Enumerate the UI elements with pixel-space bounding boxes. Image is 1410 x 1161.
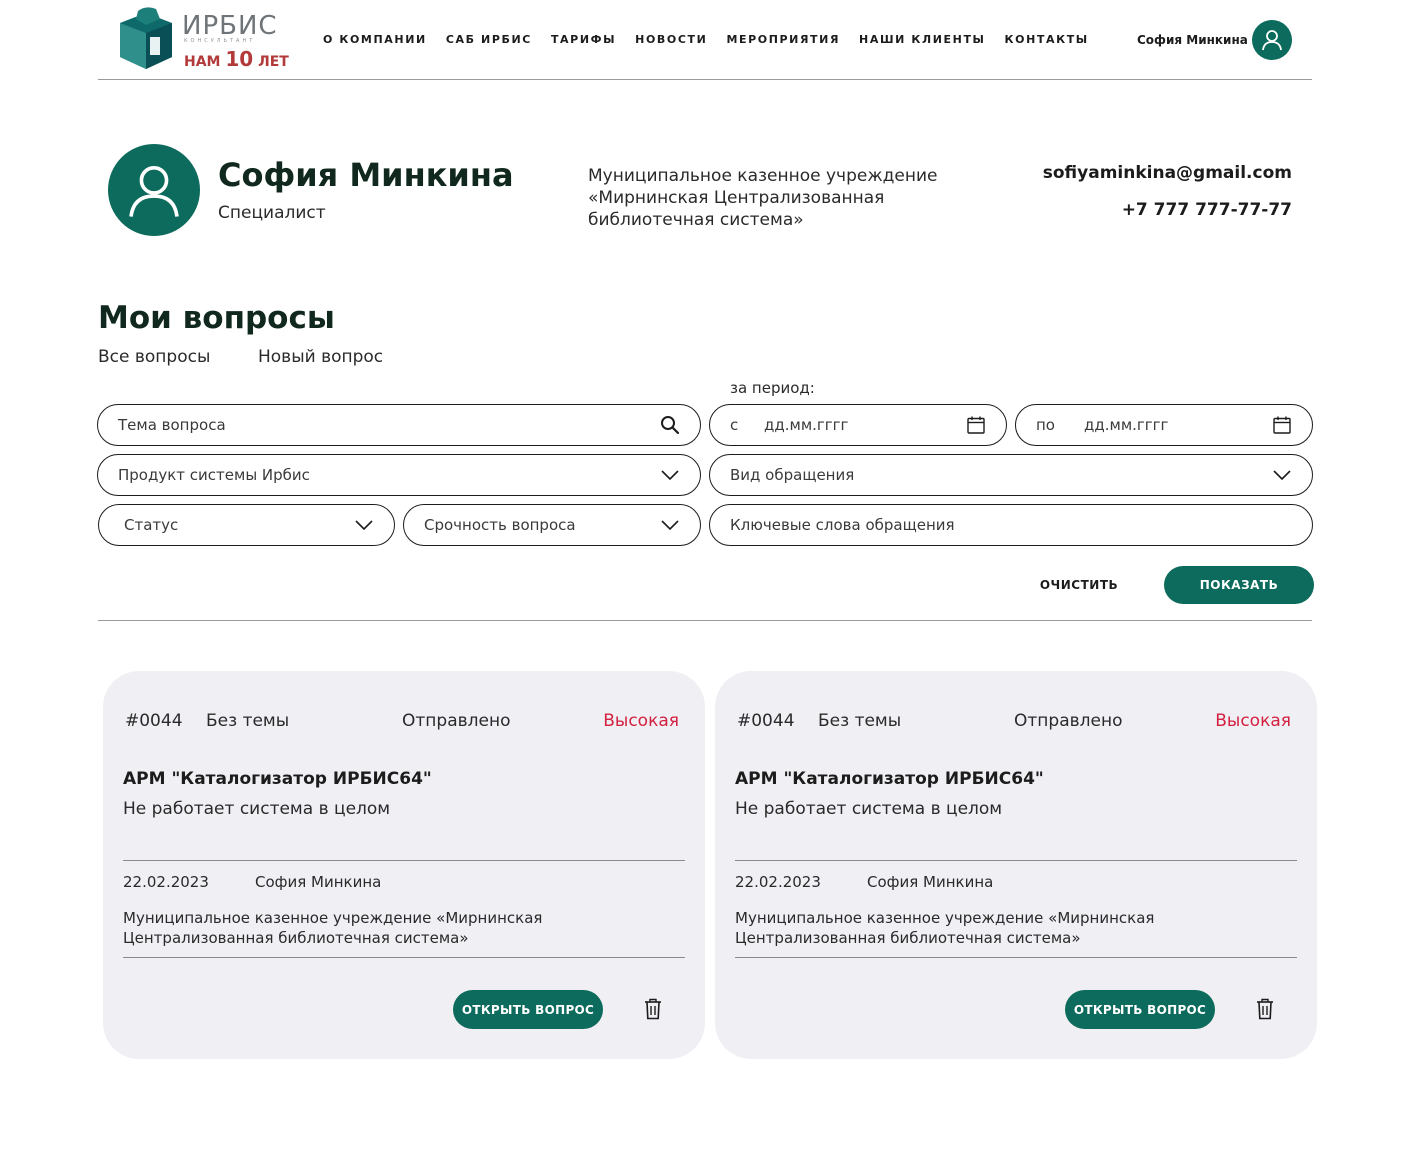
- chevron-down-icon: [1272, 469, 1292, 481]
- nav-item-events[interactable]: МЕРОПРИЯТИЯ: [726, 33, 840, 46]
- profile-avatar: [108, 144, 200, 236]
- question-description: Не работает система в целом: [735, 799, 1003, 819]
- open-question-button[interactable]: ОТКРЫТЬ ВОПРОС: [1065, 990, 1215, 1029]
- profile-email[interactable]: sofiyaminkina@gmail.com: [1043, 163, 1292, 183]
- request-type-placeholder: Вид обращения: [730, 466, 855, 484]
- product-select-placeholder: Продукт системы Ирбис: [118, 466, 310, 484]
- irbis-logo[interactable]: ИРБИС КОНСУЛЬТАНТ НАМ 10 ЛЕТ: [116, 5, 289, 73]
- question-number: #0044: [737, 711, 795, 731]
- status-select[interactable]: Статус: [98, 504, 395, 546]
- keywords-input[interactable]: Ключевые слова обращения: [709, 504, 1313, 546]
- question-priority: Высокая: [603, 711, 679, 731]
- topic-search-input[interactable]: Тема вопроса: [97, 404, 701, 446]
- status-select-placeholder: Статус: [124, 516, 179, 534]
- calendar-icon[interactable]: [966, 415, 986, 435]
- date-to-placeholder: дд.мм.гггг: [1084, 416, 1169, 434]
- question-status: Отправлено: [1014, 711, 1123, 731]
- logo-years-prefix: НАМ: [184, 54, 221, 70]
- tab-all-questions[interactable]: Все вопросы: [98, 347, 210, 367]
- topic-search-placeholder: Тема вопроса: [118, 416, 226, 434]
- period-label: за период:: [730, 379, 815, 397]
- site-header: ИРБИС КОНСУЛЬТАНТ НАМ 10 ЛЕТ О КОМПАНИИ …: [98, 0, 1312, 80]
- request-type-select[interactable]: Вид обращения: [709, 454, 1313, 496]
- chevron-down-icon: [354, 519, 374, 531]
- chevron-down-icon: [660, 519, 680, 531]
- main-nav: О КОМПАНИИ САБ ИРБИС ТАРИФЫ НОВОСТИ МЕРО…: [323, 33, 1108, 46]
- user-icon: [129, 165, 179, 217]
- nav-item-tariffs[interactable]: ТАРИФЫ: [551, 33, 616, 46]
- date-from-placeholder: дд.мм.гггг: [764, 416, 849, 434]
- section-title: Мои вопросы: [98, 300, 335, 336]
- question-description: Не работает система в целом: [123, 799, 391, 819]
- header-user-name[interactable]: София Минкина: [1137, 33, 1248, 47]
- nav-item-clients[interactable]: НАШИ КЛИЕНТЫ: [859, 33, 986, 46]
- question-card: #0044 Без темы Отправлено Высокая АРМ "К…: [715, 671, 1317, 1059]
- show-button[interactable]: ПОКАЗАТЬ: [1164, 566, 1314, 604]
- question-priority: Высокая: [1215, 711, 1291, 731]
- nav-item-news[interactable]: НОВОСТИ: [635, 33, 707, 46]
- logo-subtitle: КОНСУЛЬТАНТ: [184, 38, 256, 44]
- logo-name: ИРБИС: [182, 11, 278, 41]
- logo-years-number: 10: [225, 47, 254, 71]
- logo-years: НАМ 10 ЛЕТ: [184, 47, 289, 71]
- logo-book-icon: [120, 7, 172, 69]
- search-icon[interactable]: [660, 415, 680, 435]
- calendar-icon[interactable]: [1272, 415, 1292, 435]
- date-from-prefix: с: [730, 416, 739, 434]
- header-avatar[interactable]: [1252, 20, 1292, 60]
- question-product: АРМ "Каталогизатор ИРБИС64": [735, 769, 1044, 789]
- tab-new-question[interactable]: Новый вопрос: [258, 347, 383, 367]
- nav-item-contacts[interactable]: КОНТАКТЫ: [1005, 33, 1089, 46]
- keywords-placeholder: Ключевые слова обращения: [730, 516, 955, 534]
- profile-phone[interactable]: +7 777 777-77-77: [1122, 200, 1292, 220]
- question-card: #0044 Без темы Отправлено Высокая АРМ "К…: [103, 671, 705, 1059]
- card-divider: [123, 957, 685, 958]
- nav-item-about[interactable]: О КОМПАНИИ: [323, 33, 427, 46]
- question-author: София Минкина: [867, 873, 994, 891]
- question-organization: Муниципальное казенное учреждение «Мирни…: [123, 909, 543, 947]
- profile-name: София Минкина: [218, 156, 514, 194]
- card-divider: [735, 860, 1297, 861]
- date-from-field[interactable]: с дд.мм.гггг: [709, 404, 1007, 446]
- logo-years-suffix: ЛЕТ: [258, 54, 289, 70]
- user-icon: [1262, 30, 1282, 51]
- urgency-select-placeholder: Срочность вопроса: [424, 516, 576, 534]
- question-number: #0044: [125, 711, 183, 731]
- clear-button[interactable]: ОЧИСТИТЬ: [1030, 566, 1128, 604]
- urgency-select[interactable]: Срочность вопроса: [403, 504, 701, 546]
- trash-icon[interactable]: [643, 997, 663, 1021]
- profile-organization: Муниципальное казенное учреждение «Мирни…: [588, 166, 938, 230]
- profile-role: Специалист: [218, 203, 326, 223]
- question-topic: Без темы: [206, 711, 290, 731]
- filters-divider: [98, 620, 1312, 621]
- nav-item-sab-irbis[interactable]: САБ ИРБИС: [446, 33, 532, 46]
- card-divider: [123, 860, 685, 861]
- question-product: АРМ "Каталогизатор ИРБИС64": [123, 769, 432, 789]
- question-author: София Минкина: [255, 873, 382, 891]
- open-question-button[interactable]: ОТКРЫТЬ ВОПРОС: [453, 990, 603, 1029]
- date-to-field[interactable]: по дд.мм.гггг: [1015, 404, 1313, 446]
- date-to-prefix: по: [1036, 416, 1055, 434]
- question-status: Отправлено: [402, 711, 511, 731]
- question-date: 22.02.2023: [123, 873, 209, 891]
- card-divider: [735, 957, 1297, 958]
- question-date: 22.02.2023: [735, 873, 821, 891]
- question-topic: Без темы: [818, 711, 902, 731]
- trash-icon[interactable]: [1255, 997, 1275, 1021]
- question-organization: Муниципальное казенное учреждение «Мирни…: [735, 909, 1155, 947]
- chevron-down-icon: [660, 469, 680, 481]
- product-select[interactable]: Продукт системы Ирбис: [97, 454, 701, 496]
